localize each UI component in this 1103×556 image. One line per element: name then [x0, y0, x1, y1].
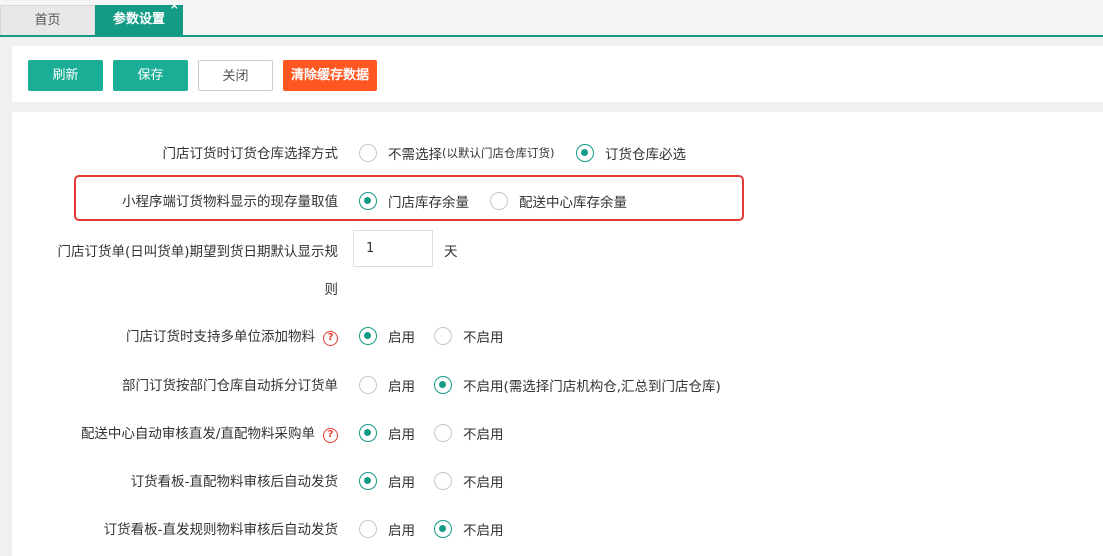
setting-label: 订货看板-直发规则物料审核后自动发货: [103, 522, 338, 538]
setting-label: 订货看板-直配物料审核后自动发货: [130, 474, 338, 490]
clear-cache-button[interactable]: 清除缓存数据: [283, 60, 377, 91]
radio-enable[interactable]: 启用: [359, 519, 415, 539]
radio-icon: [434, 424, 452, 442]
delivery-days-input[interactable]: 1: [353, 230, 433, 267]
option-note: (以默认门店仓库订货): [442, 146, 555, 160]
option-label: 启用: [388, 427, 415, 443]
tab-label: 参数设置: [112, 12, 165, 27]
option-label: 订货仓库必选: [605, 147, 686, 163]
setting-label-text: 配送中心自动审核直发/直配物料采购单: [80, 426, 315, 442]
tab-bar: 首页 参数设置 ×: [0, 0, 1103, 37]
option-label: 不启用: [463, 330, 504, 346]
radio-disable[interactable]: 不启用: [434, 519, 504, 539]
setting-label: 门店订货时订货仓库选择方式: [162, 146, 339, 162]
radio-no-select[interactable]: 不需选择 (以默认门店仓库订货): [359, 143, 554, 163]
radio-icon: [359, 520, 377, 538]
option-label: 门店库存余量: [388, 195, 469, 211]
setting-label: 门店订货单(日叫货单)期望到货日期默认显示规: [57, 244, 338, 260]
radio-icon: [359, 376, 377, 394]
radio-disable[interactable]: 不启用: [434, 326, 504, 346]
option-label: 不启用: [463, 475, 504, 491]
radio-store-stock[interactable]: 门店库存余量: [359, 191, 469, 211]
setting-label-text: 门店订货时支持多单位添加物料: [126, 329, 315, 345]
radio-icon: [576, 144, 594, 162]
help-icon[interactable]: ?: [323, 331, 338, 346]
refresh-button[interactable]: 刷新: [28, 60, 103, 91]
option-label: 不启用(需选择门店机构仓,汇总到门店仓库): [463, 379, 721, 395]
help-icon[interactable]: ?: [323, 428, 338, 443]
setting-label: 部门订货按部门仓库自动拆分订货单: [122, 378, 338, 394]
setting-label: 小程序端订货物料显示的现存量取值: [122, 194, 338, 210]
option-label: 不启用: [463, 523, 504, 539]
radio-icon: [359, 472, 377, 490]
radio-icon: [490, 192, 508, 210]
option-label: 启用: [388, 379, 415, 395]
option-label: 启用: [388, 330, 415, 346]
option-label: 启用: [388, 475, 415, 491]
radio-enable[interactable]: 启用: [359, 326, 415, 346]
save-button[interactable]: 保存: [113, 60, 188, 91]
option-label: 启用: [388, 523, 415, 539]
radio-icon: [434, 472, 452, 490]
settings-form: 门店订货时订货仓库选择方式 不需选择 (以默认门店仓库订货) 订货仓库必选 小程序…: [12, 112, 1103, 556]
option-label: 配送中心库存余量: [519, 195, 627, 211]
radio-icon: [359, 327, 377, 345]
days-unit: 天: [444, 244, 458, 260]
radio-dc-stock[interactable]: 配送中心库存余量: [490, 191, 627, 211]
option-label: 不需选择: [388, 147, 442, 163]
radio-icon: [359, 192, 377, 210]
option-label: 不启用: [463, 427, 504, 443]
close-icon[interactable]: ×: [170, 0, 179, 16]
radio-icon: [359, 424, 377, 442]
radio-disable[interactable]: 不启用: [434, 471, 504, 491]
radio-enable[interactable]: 启用: [359, 375, 415, 395]
setting-label-wrap: 则: [324, 282, 339, 298]
radio-icon: [434, 376, 452, 394]
tab-parameter-settings[interactable]: 参数设置 ×: [95, 0, 183, 35]
tab-home[interactable]: 首页: [0, 5, 95, 35]
radio-warehouse-required[interactable]: 订货仓库必选: [576, 143, 686, 163]
radio-icon: [434, 520, 452, 538]
radio-enable[interactable]: 启用: [359, 423, 415, 443]
setting-label: 配送中心自动审核直发/直配物料采购单?: [81, 422, 338, 443]
radio-icon: [359, 144, 377, 162]
setting-label: 门店订货时支持多单位添加物料?: [126, 325, 338, 346]
close-button[interactable]: 关闭: [198, 60, 273, 91]
toolbar: 刷新 保存 关闭 清除缓存数据: [12, 46, 1103, 102]
radio-disable[interactable]: 不启用: [434, 423, 504, 443]
radio-icon: [434, 327, 452, 345]
radio-enable[interactable]: 启用: [359, 471, 415, 491]
radio-disable[interactable]: 不启用(需选择门店机构仓,汇总到门店仓库): [434, 375, 721, 395]
